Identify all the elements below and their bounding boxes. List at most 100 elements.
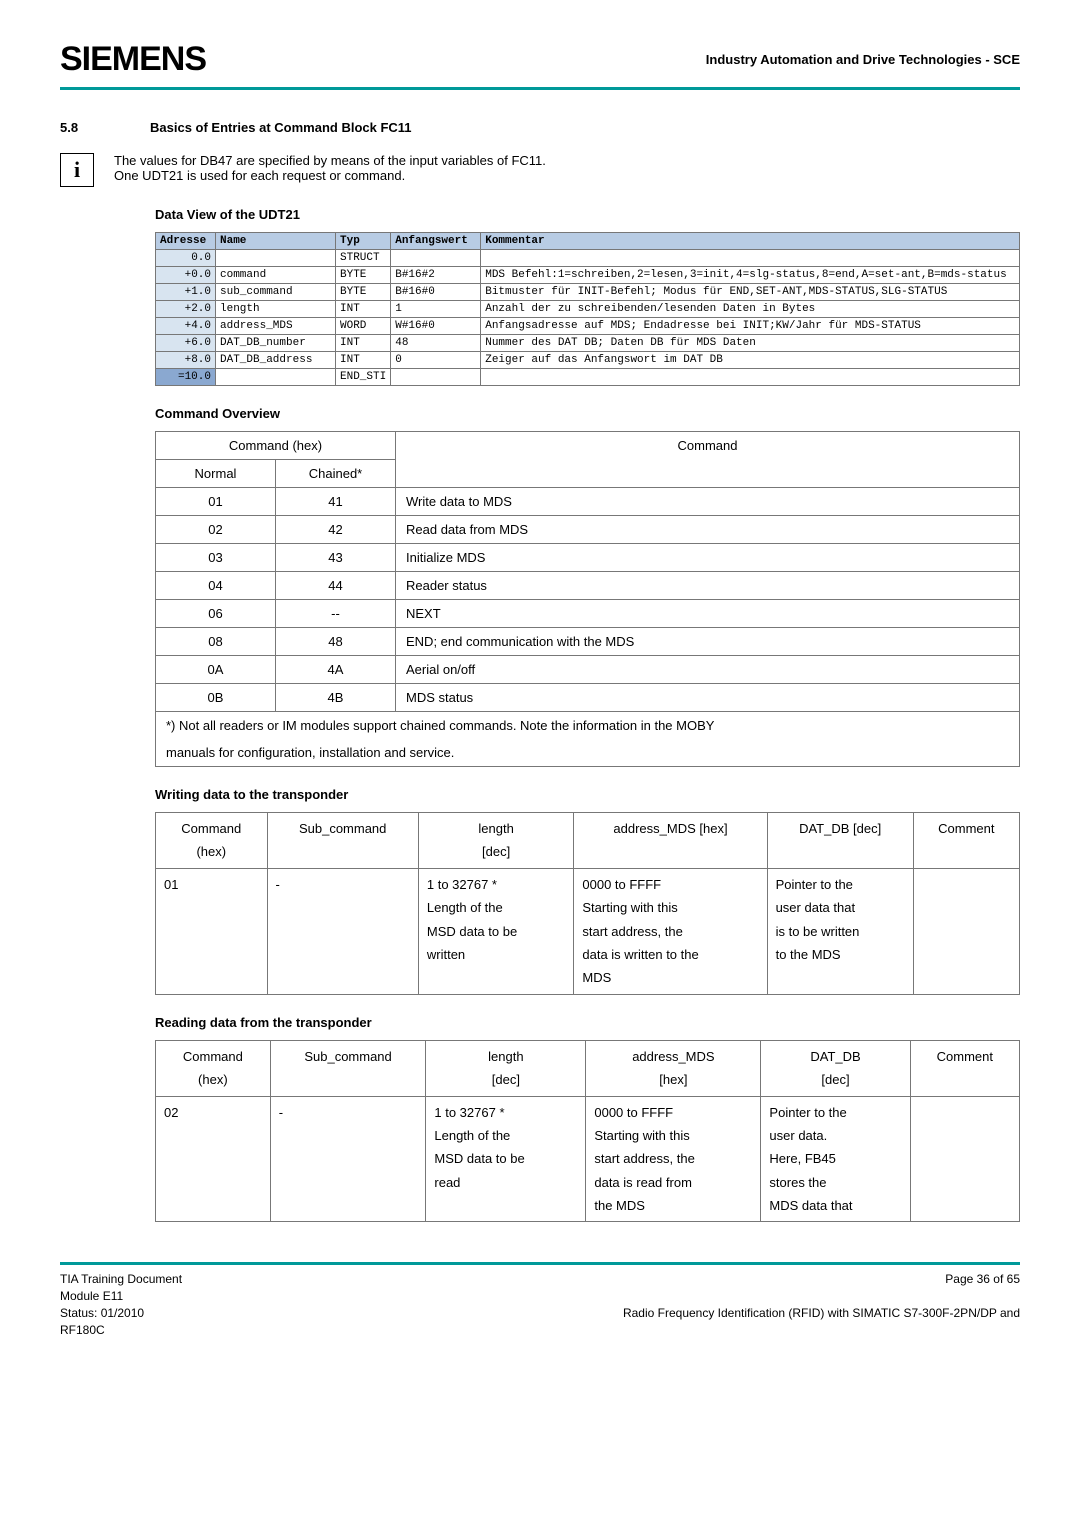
foot-l2: Module E11 <box>60 1288 182 1305</box>
cmd-head-left: Command (hex) <box>156 432 396 460</box>
dv-typ: BYTE <box>336 267 391 284</box>
cmd-chained: 4A <box>276 656 396 684</box>
dv-addr: +8.0 <box>156 352 216 369</box>
foot-l1: TIA Training Document <box>60 1271 182 1288</box>
read-table: Command(hex) Sub_command length[dec] add… <box>155 1040 1020 1223</box>
cmd-normal: 06 <box>156 600 276 628</box>
dv-name <box>216 369 336 386</box>
cmd-normal: 03 <box>156 544 276 572</box>
r-c6: Comment <box>910 1040 1019 1096</box>
cmd-desc: MDS status <box>396 684 1020 712</box>
w-c3a: length <box>478 821 513 836</box>
dv-typ: INT <box>336 335 391 352</box>
r-sub: - <box>270 1096 426 1222</box>
cmd-chained: 44 <box>276 572 396 600</box>
r-addr: 0000 to FFFF Starting with this start ad… <box>586 1096 761 1222</box>
r-len: 1 to 32767 * Length of the MSD data to b… <box>426 1096 586 1222</box>
dv-addr: +0.0 <box>156 267 216 284</box>
r-comment <box>910 1096 1019 1222</box>
dv-typ: WORD <box>336 318 391 335</box>
r-c5b: [dec] <box>821 1072 849 1087</box>
dataview-table: Adresse Name Typ Anfangswert Kommentar 0… <box>155 232 1020 386</box>
cmd-normal: 0B <box>156 684 276 712</box>
cmd-chained: 48 <box>276 628 396 656</box>
dv-addr: =10.0 <box>156 369 216 386</box>
r-c3b: [dec] <box>492 1072 520 1087</box>
cmd-desc: Write data to MDS <box>396 488 1020 516</box>
page-footer: TIA Training Document Module E11 Status:… <box>60 1262 1020 1338</box>
dv-addr: +4.0 <box>156 318 216 335</box>
cmd-normal: 08 <box>156 628 276 656</box>
dv-addr: +6.0 <box>156 335 216 352</box>
brand-logo: SIEMENS <box>60 40 206 79</box>
r-cmd: 02 <box>156 1096 271 1222</box>
cmd-sub-normal: Normal <box>156 460 276 488</box>
dv-col-addr: Adresse <box>156 233 216 250</box>
dv-kom <box>481 369 1020 386</box>
dv-kom <box>481 250 1020 267</box>
w-sub: - <box>267 868 418 994</box>
dv-kom: Bitmuster für INIT-Befehl; Modus für END… <box>481 284 1020 301</box>
cmd-chained: 41 <box>276 488 396 516</box>
cmd-normal: 04 <box>156 572 276 600</box>
dv-addr: 0.0 <box>156 250 216 267</box>
r-dat: Pointer to the user data. Here, FB45 sto… <box>761 1096 910 1222</box>
dv-name: DAT_DB_number <box>216 335 336 352</box>
cmd-chained: 4B <box>276 684 396 712</box>
dv-col-typ: Typ <box>336 233 391 250</box>
dv-name <box>216 250 336 267</box>
page-header: SIEMENS Industry Automation and Drive Te… <box>60 40 1020 90</box>
write-heading: Writing data to the transponder <box>155 787 1020 802</box>
w-c1a: Command <box>181 821 241 836</box>
w-c5: DAT_DB [dec] <box>767 813 913 869</box>
read-heading: Reading data from the transponder <box>155 1015 1020 1030</box>
r-c4b: [hex] <box>659 1072 687 1087</box>
dv-anf: W#16#0 <box>391 318 481 335</box>
cmd-note1: *) Not all readers or IM modules support… <box>156 712 1020 740</box>
dv-name: command <box>216 267 336 284</box>
dv-typ: BYTE <box>336 284 391 301</box>
w-c2: Sub_command <box>267 813 418 869</box>
dv-addr: +1.0 <box>156 284 216 301</box>
dv-anf: B#16#0 <box>391 284 481 301</box>
cmd-sub-chained: Chained* <box>276 460 396 488</box>
cmd-desc: END; end communication with the MDS <box>396 628 1020 656</box>
dv-name: address_MDS <box>216 318 336 335</box>
w-c6: Comment <box>913 813 1019 869</box>
cmd-normal: 0A <box>156 656 276 684</box>
dv-anf: B#16#2 <box>391 267 481 284</box>
cmd-desc: Initialize MDS <box>396 544 1020 572</box>
info-icon: i <box>60 153 94 187</box>
w-c3b: [dec] <box>482 844 510 859</box>
dv-kom: Anfangsadresse auf MDS; Endadresse bei I… <box>481 318 1020 335</box>
cmd-chained: 43 <box>276 544 396 572</box>
dv-name: DAT_DB_address <box>216 352 336 369</box>
dv-kom: Anzahl der zu schreibenden/lesenden Date… <box>481 301 1020 318</box>
info-block: i The values for DB47 are specified by m… <box>60 153 1020 187</box>
cmd-head-right: Command <box>396 432 1020 488</box>
dv-col-name: Name <box>216 233 336 250</box>
dv-anf <box>391 250 481 267</box>
r-c1a: Command <box>183 1049 243 1064</box>
dv-name: length <box>216 301 336 318</box>
r-c4a: address_MDS <box>632 1049 714 1064</box>
cmd-desc: Aerial on/off <box>396 656 1020 684</box>
dv-typ: STRUCT <box>336 250 391 267</box>
command-table: Command (hex) Command Normal Chained* 01… <box>155 431 1020 767</box>
dv-heading: Data View of the UDT21 <box>155 207 1020 222</box>
dv-kom: Nummer des DAT DB; Daten DB für MDS Date… <box>481 335 1020 352</box>
dv-kom: Zeiger auf das Anfangswort im DAT DB <box>481 352 1020 369</box>
dv-col-kom: Kommentar <box>481 233 1020 250</box>
r-c1b: (hex) <box>198 1072 228 1087</box>
info-line1: The values for DB47 are specified by mea… <box>114 153 546 168</box>
w-addr: 0000 to FFFF Starting with this start ad… <box>574 868 767 994</box>
cmd-chained: 42 <box>276 516 396 544</box>
r-c3a: length <box>488 1049 523 1064</box>
cmd-normal: 01 <box>156 488 276 516</box>
cmd-desc: NEXT <box>396 600 1020 628</box>
foot-page: Page 36 of 65 <box>623 1271 1020 1288</box>
header-subtitle: Industry Automation and Drive Technologi… <box>706 52 1020 67</box>
w-c1b: (hex) <box>196 844 226 859</box>
write-table: Command(hex) Sub_command length[dec] add… <box>155 812 1020 995</box>
foot-l4: RF180C <box>60 1322 182 1339</box>
